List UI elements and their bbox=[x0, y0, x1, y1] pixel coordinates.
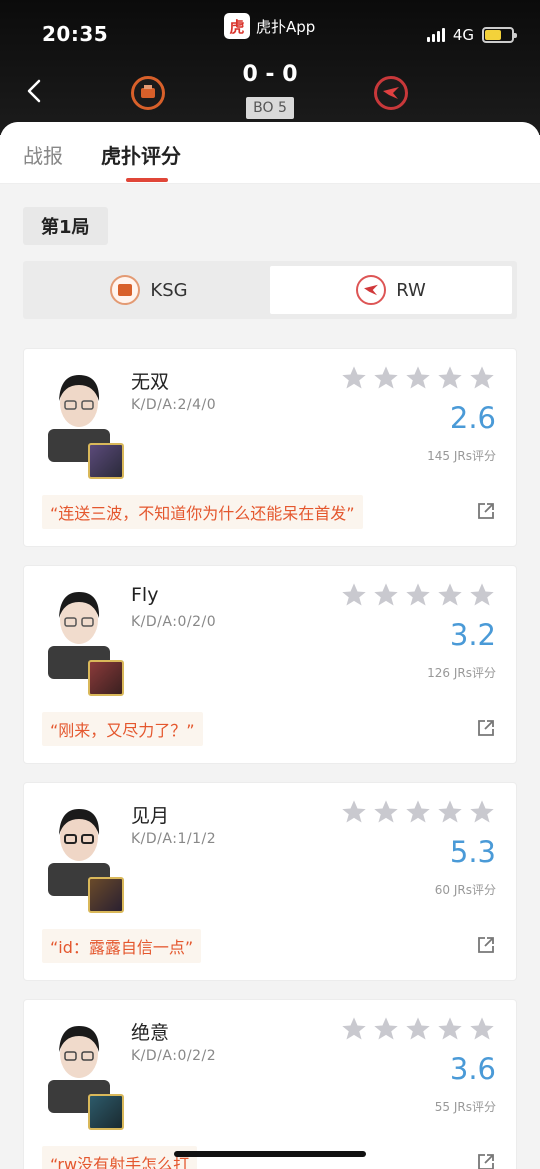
star-icon[interactable] bbox=[468, 364, 496, 392]
player-card[interactable]: 无双 K/D/A:2/4/0 2.6 145 JRs评分 “连送三波，不知道你为… bbox=[23, 348, 517, 547]
star-icon[interactable] bbox=[372, 798, 400, 826]
star-icon[interactable] bbox=[436, 364, 464, 392]
top-comment[interactable]: “连送三波，不知道你为什么还能呆在首发” bbox=[42, 495, 363, 529]
star-icon[interactable] bbox=[340, 364, 368, 392]
player-avatar[interactable] bbox=[42, 801, 124, 913]
rating-sheet: 战报 虎扑评分 第1局 KSG RW 无双 K/D/A:2/4/0 2.6 14… bbox=[0, 122, 540, 1169]
player-avatar[interactable] bbox=[42, 584, 124, 696]
hero-icon bbox=[88, 877, 124, 913]
status-time: 20:35 bbox=[42, 22, 109, 46]
star-icon[interactable] bbox=[372, 1015, 400, 1043]
star-icon[interactable] bbox=[340, 581, 368, 609]
team-name: RW bbox=[396, 279, 426, 301]
network-label: 4G bbox=[452, 26, 474, 44]
player-score: 3.2 bbox=[449, 618, 496, 652]
match-score: 0 - 0 bbox=[242, 62, 298, 87]
tab-report[interactable]: 战报 bbox=[23, 140, 63, 169]
ksg-logo-icon bbox=[110, 275, 141, 305]
rating-stars[interactable] bbox=[340, 1015, 496, 1043]
player-avatar[interactable] bbox=[42, 1018, 124, 1130]
status-indicators: 4G bbox=[426, 26, 517, 44]
top-comment[interactable]: “刚来，又尽力了？” bbox=[42, 712, 203, 746]
star-icon[interactable] bbox=[372, 364, 400, 392]
team-option-rw[interactable]: RW bbox=[270, 266, 512, 314]
player-score: 5.3 bbox=[449, 835, 496, 869]
star-icon[interactable] bbox=[372, 581, 400, 609]
hero-icon bbox=[88, 660, 124, 696]
star-icon[interactable] bbox=[404, 581, 432, 609]
share-icon[interactable] bbox=[476, 935, 496, 955]
player-name: 绝意 bbox=[131, 1022, 170, 1044]
star-icon[interactable] bbox=[436, 1015, 464, 1043]
share-icon[interactable] bbox=[476, 501, 496, 521]
player-kda: K/D/A:0/2/2 bbox=[131, 1048, 217, 1064]
star-icon[interactable] bbox=[468, 798, 496, 826]
player-kda: K/D/A:1/1/2 bbox=[131, 831, 217, 847]
player-card-list: 无双 K/D/A:2/4/0 2.6 145 JRs评分 “连送三波，不知道你为… bbox=[23, 348, 517, 1169]
player-kda: K/D/A:2/4/0 bbox=[131, 397, 217, 413]
rw-logo-icon bbox=[356, 275, 387, 305]
hero-icon bbox=[88, 443, 124, 479]
player-card[interactable]: 见月 K/D/A:1/1/2 5.3 60 JRs评分 “id：露露自信一点” bbox=[23, 782, 517, 981]
tab-rating[interactable]: 虎扑评分 bbox=[101, 140, 181, 169]
player-score: 3.6 bbox=[449, 1052, 496, 1086]
signal-icon bbox=[426, 28, 445, 42]
player-name: 见月 bbox=[131, 805, 170, 827]
player-score: 2.6 bbox=[449, 401, 496, 435]
player-card[interactable]: 绝意 K/D/A:0/2/2 3.6 55 JRs评分 “rw没有射手怎么打 bbox=[23, 999, 517, 1169]
rating-count: 60 JRs评分 bbox=[434, 883, 496, 897]
share-icon[interactable] bbox=[476, 718, 496, 738]
hupu-logo-icon: 虎 bbox=[224, 13, 250, 39]
game-label[interactable]: 第1局 bbox=[23, 207, 108, 245]
battery-icon bbox=[482, 27, 517, 43]
player-card[interactable]: Fly K/D/A:0/2/0 3.2 126 JRs评分 “刚来，又尽力了？” bbox=[23, 565, 517, 764]
share-icon[interactable] bbox=[476, 1152, 496, 1169]
team-option-ksg[interactable]: KSG bbox=[28, 266, 270, 314]
match-header: 20:35 虎 虎扑App 4G 0 - 0 BO 5 bbox=[0, 0, 540, 135]
rating-count: 126 JRs评分 bbox=[427, 666, 496, 680]
app-title: 虎扑App bbox=[256, 17, 316, 36]
star-icon[interactable] bbox=[340, 1015, 368, 1043]
star-icon[interactable] bbox=[404, 1015, 432, 1043]
star-icon[interactable] bbox=[404, 364, 432, 392]
team-name: KSG bbox=[150, 279, 188, 301]
app-title-pill[interactable]: 虎 虎扑App bbox=[224, 13, 315, 39]
tab-bar: 战报 虎扑评分 bbox=[0, 122, 540, 184]
player-avatar[interactable] bbox=[42, 367, 124, 479]
top-comment[interactable]: “rw没有射手怎么打 bbox=[42, 1146, 198, 1169]
rw-logo-icon[interactable] bbox=[374, 76, 408, 110]
player-name: 无双 bbox=[131, 371, 170, 393]
star-icon[interactable] bbox=[436, 798, 464, 826]
match-format-badge: BO 5 bbox=[246, 97, 294, 119]
home-indicator[interactable] bbox=[174, 1151, 366, 1157]
rating-count: 145 JRs评分 bbox=[427, 449, 496, 463]
hero-icon bbox=[88, 1094, 124, 1130]
star-icon[interactable] bbox=[436, 581, 464, 609]
player-kda: K/D/A:0/2/0 bbox=[131, 614, 217, 630]
star-icon[interactable] bbox=[468, 1015, 496, 1043]
star-icon[interactable] bbox=[340, 798, 368, 826]
rating-stars[interactable] bbox=[340, 364, 496, 392]
rating-count: 55 JRs评分 bbox=[434, 1100, 496, 1114]
rating-stars[interactable] bbox=[340, 581, 496, 609]
team-switch: KSG RW bbox=[23, 261, 517, 319]
player-name: Fly bbox=[131, 584, 159, 606]
active-tab-indicator bbox=[126, 178, 168, 182]
star-icon[interactable] bbox=[468, 581, 496, 609]
top-comment[interactable]: “id：露露自信一点” bbox=[42, 929, 202, 963]
star-icon[interactable] bbox=[404, 798, 432, 826]
rating-stars[interactable] bbox=[340, 798, 496, 826]
